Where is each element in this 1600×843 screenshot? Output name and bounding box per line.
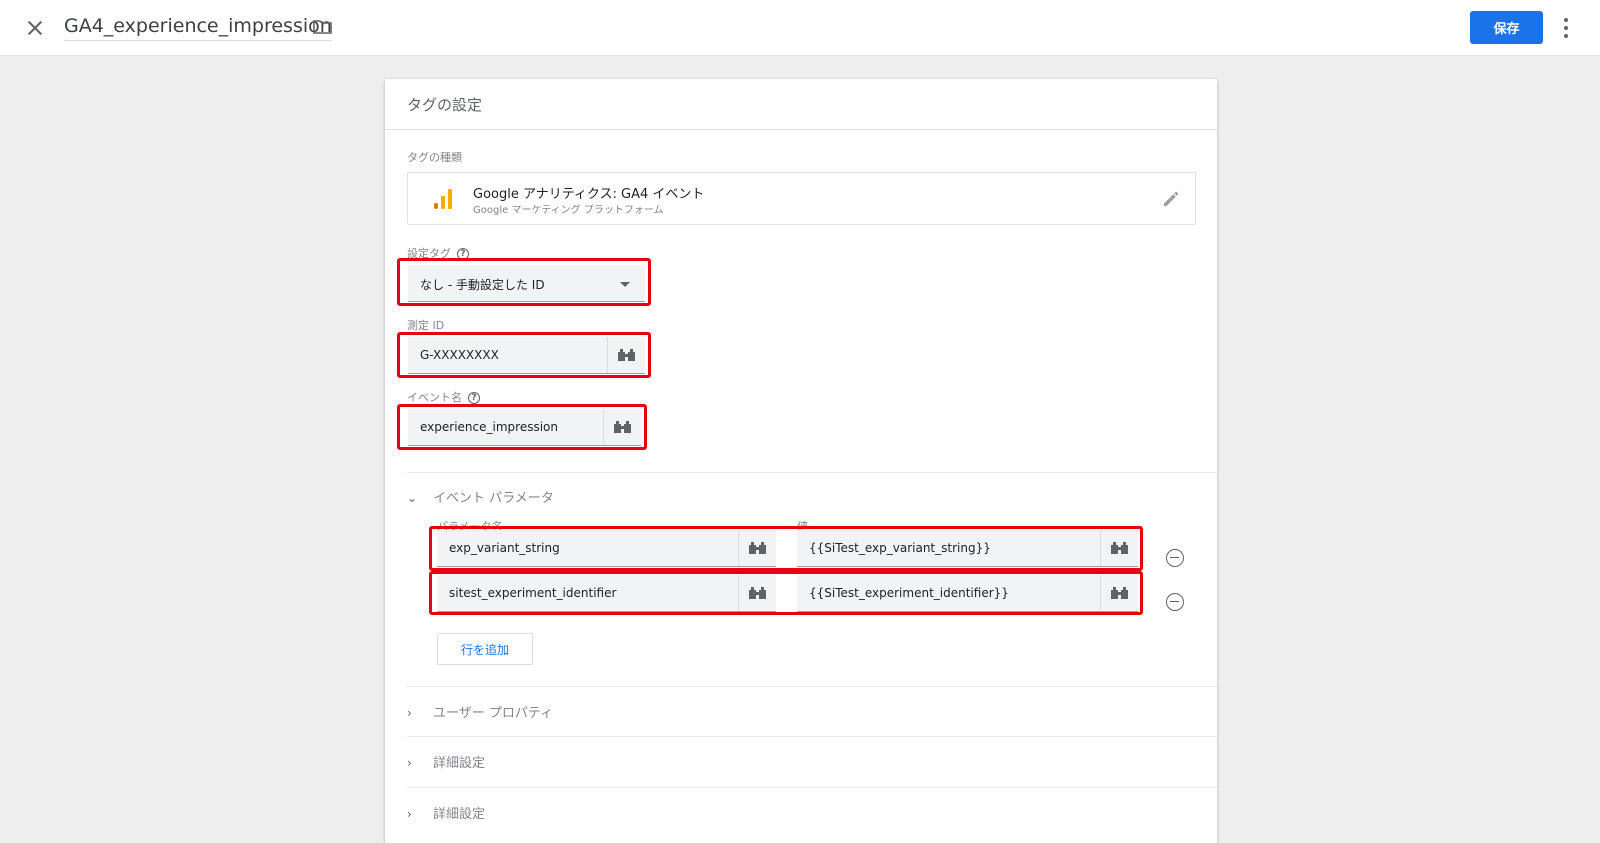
measurement-id-value: G-XXXXXXXX xyxy=(420,348,499,362)
variable-icon xyxy=(1110,587,1128,599)
divider xyxy=(407,787,1217,788)
card-header: タグの設定 xyxy=(385,79,1217,130)
event-name-label-row: イベント名? xyxy=(407,389,480,405)
config-tag-label: 設定タグ xyxy=(407,247,451,260)
config-tag-label-row: 設定タグ? xyxy=(407,245,469,261)
variable-icon xyxy=(1110,542,1128,554)
tag-title-field[interactable]: GA4_experience_impression xyxy=(64,15,332,41)
variable-icon xyxy=(748,587,766,599)
variable-picker-button[interactable] xyxy=(1100,530,1138,566)
chevron-down-icon xyxy=(620,282,630,287)
close-icon[interactable] xyxy=(22,15,48,41)
param-name-value: exp_variant_string xyxy=(449,541,560,555)
measurement-id-input[interactable]: G-XXXXXXXX xyxy=(408,337,645,374)
event-params-title: イベント パラメータ xyxy=(433,491,554,506)
card-title: タグの設定 xyxy=(407,96,483,114)
section-title: 詳細設定 xyxy=(433,756,486,771)
section-title: 詳細設定 xyxy=(433,807,486,822)
variable-picker-button[interactable] xyxy=(738,530,776,566)
advanced-settings-toggle[interactable]: › 詳細設定 xyxy=(407,803,485,822)
top-bar: GA4_experience_impression 保存 xyxy=(0,0,1600,56)
variable-icon xyxy=(617,349,635,361)
help-icon[interactable]: ? xyxy=(468,392,480,404)
variable-icon xyxy=(748,542,766,554)
more-vert-icon[interactable] xyxy=(1563,18,1569,38)
divider xyxy=(407,472,1217,473)
variable-picker-button[interactable] xyxy=(603,409,641,445)
section-title: ユーザー プロパティ xyxy=(433,706,554,721)
variable-picker-button[interactable] xyxy=(738,575,776,611)
tag-type-name: Google アナリティクス: GA4 イベント xyxy=(473,187,705,202)
tag-configuration-card: タグの設定 タグの種類 Google アナリティクス: GA4 イベント Goo… xyxy=(385,79,1217,843)
divider xyxy=(407,686,1217,687)
pencil-icon[interactable] xyxy=(1160,188,1182,210)
advanced-settings-toggle[interactable]: › 詳細設定 xyxy=(407,752,485,771)
tag-type-label: タグの種類 xyxy=(407,151,462,164)
event-params-toggle[interactable]: ⌄ イベント パラメータ xyxy=(407,487,554,506)
help-icon[interactable]: ? xyxy=(457,248,469,260)
measurement-id-label: 測定 ID xyxy=(407,319,445,332)
config-tag-select[interactable]: なし - 手動設定した ID xyxy=(408,265,645,302)
save-button[interactable]: 保存 xyxy=(1470,11,1543,44)
param-value-input[interactable]: {{SiTest_experiment_identifier}} xyxy=(797,575,1138,612)
variable-icon xyxy=(613,421,631,433)
google-analytics-icon xyxy=(434,189,452,209)
chevron-down-icon: ⌄ xyxy=(407,491,418,505)
divider xyxy=(407,736,1217,737)
folder-icon[interactable] xyxy=(313,19,332,34)
chevron-right-icon: › xyxy=(407,756,412,770)
tag-type-selector[interactable]: Google アナリティクス: GA4 イベント Google マーケティング … xyxy=(407,172,1196,225)
event-name-value: experience_impression xyxy=(420,420,558,434)
chevron-right-icon: › xyxy=(407,807,412,821)
tag-type-subtitle: Google マーケティング プラットフォーム xyxy=(473,205,664,216)
add-row-button[interactable]: 行を追加 xyxy=(437,633,533,665)
param-value-input[interactable]: {{SiTest_exp_variant_string}} xyxy=(797,530,1138,567)
chevron-right-icon: › xyxy=(407,706,412,720)
param-name-input[interactable]: exp_variant_string xyxy=(437,530,776,567)
remove-circle-icon[interactable] xyxy=(1166,593,1184,611)
user-properties-toggle[interactable]: › ユーザー プロパティ xyxy=(407,702,553,721)
param-value-text: {{SiTest_exp_variant_string}} xyxy=(809,541,991,555)
variable-picker-button[interactable] xyxy=(607,337,645,373)
event-name-input[interactable]: experience_impression xyxy=(408,409,641,446)
param-name-input[interactable]: sitest_experiment_identifier xyxy=(437,575,776,612)
remove-circle-icon[interactable] xyxy=(1166,549,1184,567)
param-value-text: {{SiTest_experiment_identifier}} xyxy=(809,586,1009,600)
variable-picker-button[interactable] xyxy=(1100,575,1138,611)
event-name-label: イベント名 xyxy=(407,391,462,404)
param-name-value: sitest_experiment_identifier xyxy=(449,586,617,600)
config-tag-value: なし - 手動設定した ID xyxy=(420,278,545,292)
